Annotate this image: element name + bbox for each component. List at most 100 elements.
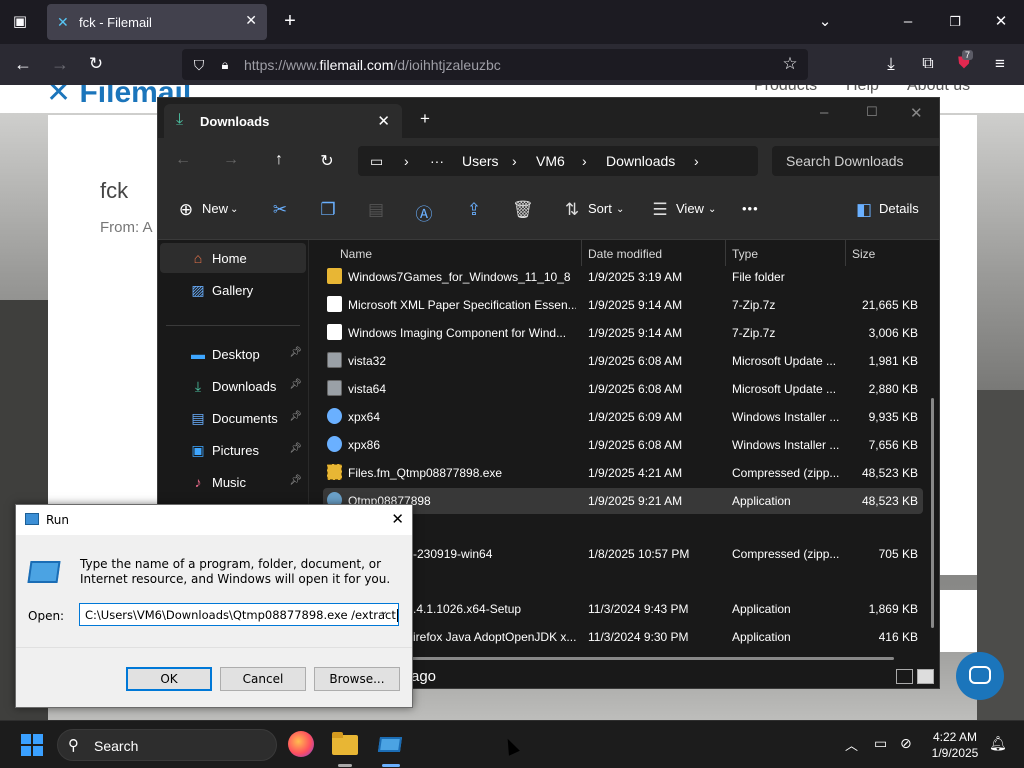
forward-arrow-icon[interactable]: →: [220, 151, 242, 169]
shield-icon[interactable]: ⛉: [190, 55, 208, 75]
sidebar-item-home[interactable]: ⌂ Home: [160, 243, 306, 273]
pin-icon[interactable]: 📌︎: [289, 443, 302, 454]
close-icon[interactable]: ✕: [391, 510, 404, 528]
minimize-icon[interactable]: –: [898, 12, 918, 32]
table-row[interactable]: Windows7Games_for_Windows_11_10_8 1/9/202…: [323, 264, 923, 290]
sidebar-item-music[interactable]: ♪ Music 📌︎: [160, 467, 306, 497]
browse-button[interactable]: Browse...: [314, 667, 400, 691]
this-pc-icon[interactable]: ▭: [370, 153, 383, 170]
chat-support-button[interactable]: [956, 652, 1004, 700]
browser-tab-filemail[interactable]: ✕ fck - Filemail ✕: [47, 4, 267, 40]
delete-trash-icon[interactable]: 🗑︎: [512, 200, 534, 220]
close-tab-icon[interactable]: ✕: [377, 112, 390, 130]
vertical-scrollbar[interactable]: [931, 398, 934, 628]
breadcrumb-users[interactable]: Users: [462, 153, 499, 169]
close-window-icon[interactable]: ✕: [910, 104, 923, 122]
refresh-icon[interactable]: ↻: [316, 151, 338, 171]
nav-about-link[interactable]: About us: [907, 85, 970, 95]
windows-start-icon[interactable]: [21, 734, 43, 756]
up-arrow-icon[interactable]: ↑: [268, 151, 290, 169]
cut-icon[interactable]: ✂: [270, 200, 290, 220]
url-bar[interactable]: ⛉ 🔒︎ https://www.filemail.com/d/ioihhtjz…: [182, 49, 808, 80]
table-row[interactable]: Qtmp08877898 1/9/2025 9:21 AM Application 4…: [323, 488, 923, 514]
table-row[interactable]: .4.1.1026.x64-Setup 11/3/2024 9:43 PM Appl…: [323, 596, 923, 622]
explorer-tab-downloads[interactable]: ⤓ Downloads ✕: [164, 104, 402, 138]
new-tab-icon[interactable]: +: [280, 11, 300, 31]
table-row[interactable]: Files.fm_Qtmp08877898.exe 1/9/2025 4:21 A…: [323, 460, 923, 486]
table-row[interactable]: -230919-win64 1/8/2025 10:57 PM Compressed…: [323, 541, 923, 567]
copy-icon[interactable]: ❐: [318, 200, 338, 220]
tab-list-icon[interactable]: ▣: [10, 12, 30, 32]
column-header-size[interactable]: Size: [852, 247, 875, 261]
show-hidden-icons-chevron-icon[interactable]: ︿: [845, 735, 858, 754]
horizontal-scrollbar[interactable]: [398, 657, 894, 660]
sidebar-item-documents[interactable]: ▤ Documents 📌︎: [160, 403, 306, 433]
breadcrumb-vm6[interactable]: VM6: [536, 153, 565, 169]
hamburger-menu-icon[interactable]: ≡: [990, 54, 1010, 74]
details-view-icon[interactable]: [896, 669, 913, 684]
sidebar-item-downloads[interactable]: ⤓ Downloads 📌︎: [160, 371, 306, 401]
column-divider[interactable]: [581, 240, 582, 266]
firefox-icon[interactable]: [288, 731, 314, 757]
table-row[interactable]: vista32 1/9/2025 6:08 AM Microsoft Update …: [323, 348, 923, 374]
share-icon[interactable]: ⇪: [464, 200, 484, 220]
file-explorer-folder-icon[interactable]: [332, 731, 358, 757]
close-window-icon[interactable]: ✕: [991, 12, 1011, 32]
minimize-icon[interactable]: –: [820, 104, 828, 121]
back-arrow-icon[interactable]: ←: [172, 151, 194, 169]
column-divider[interactable]: [845, 240, 846, 266]
table-row[interactable]: irefox Java AdoptOpenJDK x... 11/3/2024 9…: [323, 624, 923, 650]
sidebar-item-desktop[interactable]: ▬ Desktop 📌︎: [160, 339, 306, 369]
back-arrow-icon[interactable]: ←: [13, 54, 33, 74]
table-row[interactable]: xpx64 1/9/2025 6:09 AM Windows Installer .…: [323, 404, 923, 430]
pin-icon[interactable]: 📌︎: [289, 379, 302, 390]
bookmark-star-icon[interactable]: ☆: [780, 54, 800, 74]
lock-icon[interactable]: 🔒︎: [216, 55, 234, 75]
table-row[interactable]: Microsoft XML Paper Specification Essen.…: [323, 292, 923, 318]
sort-button[interactable]: Sort: [588, 201, 612, 216]
column-divider[interactable]: [725, 240, 726, 266]
cancel-button[interactable]: Cancel: [220, 667, 306, 691]
tiles-view-icon[interactable]: [917, 669, 934, 684]
network-icon[interactable]: ▭: [874, 735, 887, 752]
group-header-partial[interactable]: ago: [411, 668, 436, 685]
search-input[interactable]: Search Downloads: [772, 146, 939, 176]
maximize-icon[interactable]: ☐: [866, 104, 878, 120]
ok-button[interactable]: OK: [126, 667, 212, 691]
notification-bell-icon[interactable]: 🔔︎: [989, 735, 1007, 752]
downloads-icon[interactable]: ⤓: [881, 54, 901, 74]
sidebar-item-pictures[interactable]: ▣ Pictures 📌︎: [160, 435, 306, 465]
breadcrumb-downloads[interactable]: Downloads: [606, 153, 675, 169]
run-command-input[interactable]: C:\Users\VM6\Downloads\Qtmp08877898.exe …: [79, 603, 399, 626]
more-options-icon[interactable]: •••: [742, 201, 759, 216]
taskbar-search[interactable]: ⚲ Search: [57, 729, 277, 761]
new-button[interactable]: New: [202, 201, 228, 216]
column-header-type[interactable]: Type: [732, 247, 758, 261]
paste-icon[interactable]: ▤: [366, 200, 386, 220]
close-tab-icon[interactable]: ✕: [245, 12, 257, 29]
new-tab-icon[interactable]: +: [420, 109, 430, 129]
system-clock[interactable]: 4:22 AM 1/9/2025: [925, 729, 985, 761]
nav-products-link[interactable]: Products: [754, 85, 817, 95]
sidebar-item-gallery[interactable]: ▨ Gallery: [160, 275, 306, 305]
nav-help-link[interactable]: Help: [846, 85, 879, 95]
more-locations-icon[interactable]: ···: [430, 153, 444, 169]
chevron-down-icon[interactable]: ⌄: [380, 606, 388, 617]
restore-icon[interactable]: ❐: [945, 12, 965, 32]
view-button[interactable]: View: [676, 201, 704, 216]
volume-icon[interactable]: ⊘: [900, 735, 912, 752]
details-button[interactable]: Details: [879, 201, 919, 216]
rename-icon[interactable]: Ⓐ: [414, 200, 434, 225]
column-header-date[interactable]: Date modified: [588, 247, 662, 261]
list-all-tabs-chevron-icon[interactable]: ⌄: [815, 12, 835, 32]
forward-arrow-icon[interactable]: →: [50, 54, 70, 74]
table-row[interactable]: Windows Imaging Component for Wind... 1/9…: [323, 320, 923, 346]
table-row[interactable]: xpx86 1/9/2025 6:08 AM Windows Installer .…: [323, 432, 923, 458]
pin-icon[interactable]: 📌︎: [289, 347, 302, 358]
run-taskbar-icon[interactable]: [377, 731, 403, 757]
pin-icon[interactable]: 📌︎: [289, 411, 302, 422]
pin-icon[interactable]: 📌︎: [289, 475, 302, 486]
table-row[interactable]: vista64 1/9/2025 6:08 AM Microsoft Update …: [323, 376, 923, 402]
reload-icon[interactable]: ↻: [86, 54, 106, 74]
column-header-name[interactable]: Name: [340, 247, 372, 261]
